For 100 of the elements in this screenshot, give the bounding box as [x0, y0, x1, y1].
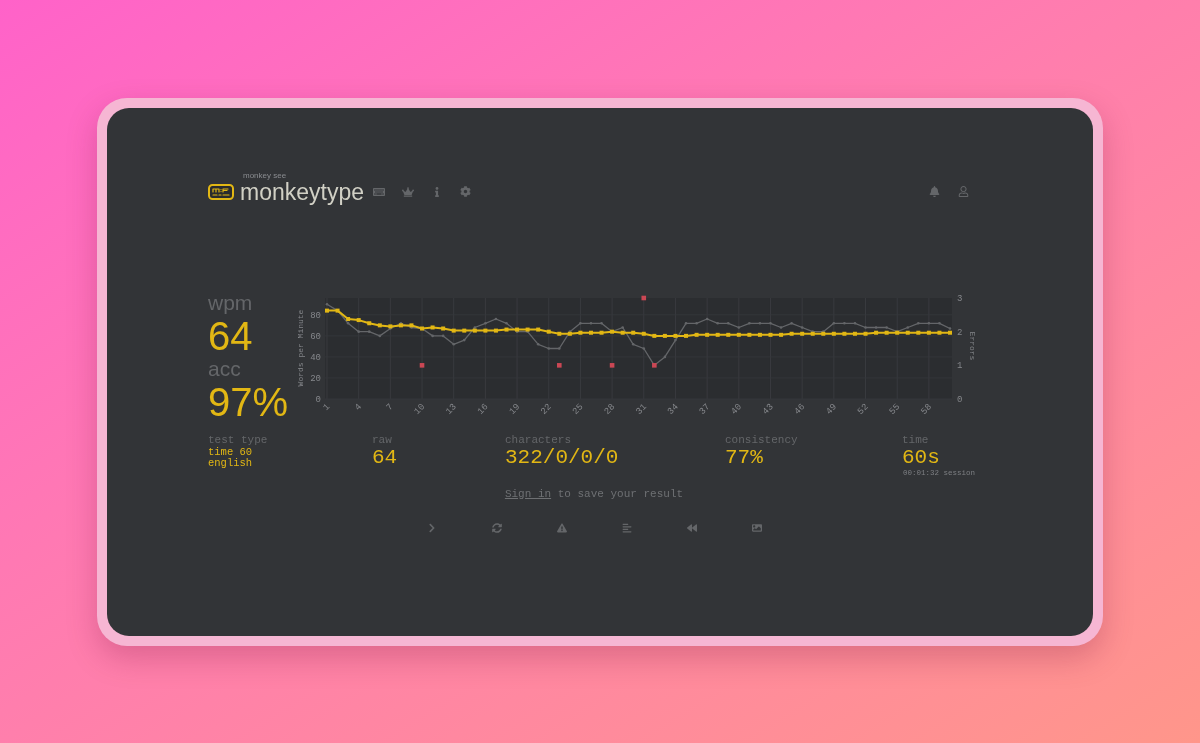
refresh-icon: [491, 522, 502, 533]
crown-icon: [401, 185, 414, 198]
error-point: [652, 362, 657, 368]
chart-point: [842, 331, 847, 336]
axis-tick-label: 25: [570, 401, 586, 417]
axis-tick-label: 4: [352, 401, 364, 413]
axis-tick-label: 20: [310, 373, 321, 384]
chevron-right-icon: [426, 522, 437, 533]
error-point: [609, 362, 615, 368]
chart-point: [536, 327, 541, 332]
chart-point: [484, 321, 487, 325]
chart-point: [377, 322, 382, 327]
axis-tick-label: 7: [384, 401, 396, 413]
axis-tick-label: 58: [919, 401, 934, 417]
chart-point: [937, 330, 942, 335]
chart-point: [779, 325, 783, 329]
chart-point: [852, 331, 857, 336]
axis-tick-label: 19: [507, 401, 523, 417]
axis-tick-label: 40: [310, 352, 321, 363]
axis-tick-label: 28: [602, 401, 618, 417]
chart-point: [367, 320, 372, 325]
chart-point: [452, 342, 455, 346]
axis-tick-label: 13: [444, 401, 459, 417]
axis-tick-label: 34: [665, 401, 681, 417]
axis-tick-label: 80: [310, 310, 321, 321]
chart-point: [420, 326, 425, 330]
sign-in-link[interactable]: Sign in: [504, 487, 552, 500]
bell-icon: [929, 186, 940, 197]
chart-point: [917, 321, 920, 325]
chart-point: [378, 334, 382, 337]
chart-point: [663, 355, 667, 358]
chart-point: [431, 334, 434, 337]
axis-tick-label: 0: [957, 394, 963, 405]
axis-tick-label: 52: [855, 401, 871, 417]
stat-value: 322/0/0/0: [505, 446, 619, 469]
axis-title: Errors: [968, 331, 977, 360]
chart-point: [864, 325, 867, 329]
chart-point: [589, 321, 593, 325]
axis-tick-label: 1: [321, 401, 333, 413]
chart-point: [726, 332, 731, 337]
chart-point: [642, 346, 646, 350]
chart-point: [853, 321, 857, 325]
chart-point: [705, 317, 709, 320]
chart-point: [441, 326, 446, 330]
axis-tick-label: 60: [310, 331, 321, 342]
chart-point: [779, 332, 784, 337]
axis-tick-label: 16: [475, 401, 491, 417]
stat-detail: english: [208, 457, 253, 469]
chart-point: [557, 331, 562, 336]
chart-point: [769, 321, 772, 325]
align-left-icon: [621, 522, 632, 533]
chart-point: [546, 329, 551, 334]
error-point: [419, 362, 425, 368]
chart-point: [800, 331, 805, 336]
logo-icon: [208, 183, 234, 200]
stat-detail: time 60: [208, 446, 253, 458]
axis-tick-label: 1: [957, 360, 963, 371]
axis-tick-label: 43: [760, 401, 776, 417]
logo-text: monkeytype: [240, 179, 364, 204]
axis-tick-label: 55: [887, 401, 903, 417]
error-point: [641, 295, 647, 300]
chart-point: [493, 328, 498, 333]
chart-point: [589, 330, 593, 335]
chart-point: [747, 332, 752, 337]
chart-point: [684, 333, 688, 338]
chart-point: [726, 321, 730, 325]
chart-point: [716, 321, 719, 325]
axis-tick-label: 49: [824, 401, 839, 417]
chart-point: [547, 346, 551, 350]
chart-point: [768, 332, 773, 337]
chart-point: [430, 324, 435, 329]
chart-point: [335, 308, 340, 313]
stat-value: 77%: [725, 446, 763, 469]
chart-point: [748, 321, 751, 325]
chart-point: [357, 329, 360, 333]
chart-point: [694, 332, 699, 337]
axis-tick-label: 31: [634, 401, 649, 417]
chart-point: [610, 329, 615, 334]
accuracy-value: 97%: [208, 380, 289, 423]
chart-point: [789, 331, 794, 336]
chart-point: [631, 330, 636, 335]
axis-tick-label: 37: [697, 401, 713, 417]
chart-point: [790, 321, 793, 325]
axis-tick-label: 10: [412, 401, 428, 417]
logo-caption: monkey see: [243, 171, 287, 180]
stat-value: 60s: [902, 446, 940, 469]
chart-point: [505, 321, 508, 325]
chart-point: [863, 331, 868, 336]
chart-point: [494, 317, 498, 320]
chart-point: [462, 328, 467, 333]
chart-point: [483, 328, 488, 333]
axis-tick-label: 0: [315, 394, 321, 405]
chart-point: [441, 334, 445, 337]
chart-point: [325, 302, 329, 306]
chart-point: [325, 308, 329, 313]
chart-point: [599, 330, 604, 335]
chart-point: [758, 321, 762, 325]
axis-tick-label: 46: [792, 401, 808, 417]
stat-value: 64: [372, 446, 398, 469]
settings-icon: [460, 186, 471, 197]
